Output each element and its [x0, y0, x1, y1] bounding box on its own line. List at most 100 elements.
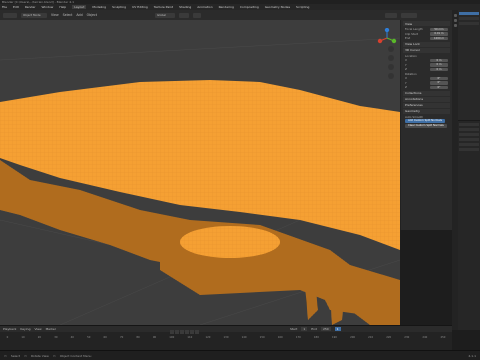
timeline[interactable]: Playback Keying View Marker Start 1 End …: [0, 325, 452, 350]
loc-x-field[interactable]: 0 m: [430, 58, 448, 62]
menu-item-scripting[interactable]: Scripting: [296, 5, 309, 9]
add-menu[interactable]: Add: [76, 13, 82, 17]
3d-cursor-section-header[interactable]: 3D Cursor: [403, 47, 450, 53]
shading-buttons[interactable]: [400, 12, 417, 18]
menu-item-uv-editing[interactable]: UV Editing: [132, 5, 148, 9]
loc-y-field[interactable]: 0 m: [430, 63, 448, 67]
playback-menu[interactable]: Playback: [3, 327, 16, 331]
ruler-tick-label: 170: [295, 336, 301, 339]
snap-toggle[interactable]: [178, 12, 189, 18]
version-label: 4.1.1: [468, 353, 476, 358]
overlays-button[interactable]: [384, 12, 397, 18]
play-reverse-icon[interactable]: [180, 330, 184, 334]
menu-item-help[interactable]: Help: [59, 5, 66, 9]
current-frame-field[interactable]: 1: [334, 327, 341, 331]
ruler-tick-label: 30: [54, 336, 58, 339]
custom-normals-row: Add Custom Split Normals: [403, 119, 450, 124]
ruler-tick-label: 90: [152, 336, 157, 339]
transform-orientation[interactable]: Global: [154, 12, 175, 18]
keying-menu[interactable]: Keying: [20, 327, 30, 331]
menu-item-edit[interactable]: Edit: [13, 5, 19, 9]
properties-row[interactable]: [459, 143, 479, 146]
properties-row[interactable]: [459, 123, 479, 126]
menu-item-render[interactable]: Render: [25, 5, 36, 9]
properties-editor[interactable]: [458, 120, 480, 330]
collections-section-header[interactable]: Collections: [403, 90, 450, 96]
clear-custom-normals-button[interactable]: Clear Custom Split Normals: [405, 123, 447, 128]
status-context: Object Context Menu: [59, 353, 92, 358]
mouse-left-icon: ▭: [4, 353, 7, 358]
ruler-tick-label: 230: [404, 336, 410, 339]
menu-item-window[interactable]: Window: [42, 5, 54, 9]
object-menu[interactable]: Object: [87, 13, 97, 17]
end-frame-field[interactable]: 250: [320, 327, 331, 331]
menu-item-modeling[interactable]: Modeling: [92, 5, 106, 9]
mode-selector[interactable]: Object Mode: [21, 12, 47, 18]
end-label: End: [311, 327, 317, 331]
menu-item-geometry-nodes[interactable]: Geometry Nodes: [265, 5, 290, 9]
navigation-gizmo[interactable]: [376, 27, 398, 49]
timeline-view-menu[interactable]: View: [34, 327, 41, 331]
clip-end-field[interactable]: 1000 m: [430, 36, 448, 40]
loc-z-field[interactable]: 0 m: [430, 67, 448, 71]
jump-start-icon[interactable]: [170, 330, 174, 334]
menu-item-layout[interactable]: Layout: [72, 5, 87, 9]
properties-row[interactable]: [459, 138, 479, 141]
view-lock-section-header[interactable]: View Lock: [403, 41, 450, 47]
viewport-nav-buttons: [388, 46, 394, 79]
clip-end-row: End 1000 m: [403, 36, 450, 41]
preferences-section-header[interactable]: Preferences: [403, 102, 450, 108]
ruler-tick-label: 0: [6, 336, 9, 339]
tab-item-icon[interactable]: [453, 14, 457, 17]
rot-y-field[interactable]: 0°: [430, 81, 448, 85]
menu-item-file[interactable]: File: [2, 5, 7, 9]
pan-hand-icon[interactable]: [388, 55, 394, 61]
3d-viewport[interactable]: [0, 20, 400, 325]
tab-tool-icon[interactable]: [453, 19, 457, 22]
ruler-tick-label: 110: [187, 336, 193, 339]
outliner[interactable]: [458, 10, 480, 120]
editor-type-button[interactable]: [3, 12, 17, 18]
frame-ruler[interactable]: 0 10 20 30 40 50 60 70 80 90 100 110 120 130 140 150 160…: [0, 336, 452, 341]
ruler-tick-label: 240: [422, 336, 428, 339]
camera-icon[interactable]: [388, 64, 394, 70]
annotations-section-header[interactable]: Annotations: [403, 96, 450, 102]
menu-item-texture-paint[interactable]: Texture Paint: [154, 5, 173, 9]
jump-end-icon[interactable]: [195, 330, 199, 334]
play-icon[interactable]: [185, 330, 189, 334]
select-menu[interactable]: Select: [63, 13, 73, 17]
tab-view-icon[interactable]: [453, 24, 457, 27]
start-frame-field[interactable]: 1: [301, 327, 308, 331]
outliner-active-row[interactable]: [459, 12, 479, 15]
properties-row[interactable]: [459, 128, 479, 131]
menu-item-animation[interactable]: Animation: [197, 5, 212, 9]
rot-x-field[interactable]: 0°: [430, 76, 448, 80]
zoom-icon[interactable]: [388, 46, 394, 52]
mouse-right-icon: ▭: [52, 353, 56, 358]
ruler-tick-label: 40: [70, 336, 74, 339]
viewport-header: Object Mode View Select Add Object Globa…: [0, 10, 452, 20]
mouse-middle-icon: ▭: [24, 353, 27, 358]
proportional-toggle[interactable]: [192, 12, 201, 18]
properties-row[interactable]: [459, 133, 479, 136]
menu-item-compositing[interactable]: Compositing: [240, 5, 259, 9]
outliner-row[interactable]: [459, 22, 479, 25]
rot-z-field[interactable]: 0°: [430, 85, 448, 89]
add-custom-normals-button[interactable]: Add Custom Split Normals: [405, 119, 445, 124]
marker-menu[interactable]: Marker: [46, 327, 56, 331]
outliner-row[interactable]: [459, 17, 479, 20]
properties-row[interactable]: [459, 148, 479, 151]
ruler-tick-label: 190: [331, 336, 337, 339]
menu-item-shading[interactable]: Shading: [179, 5, 191, 9]
next-key-icon[interactable]: [190, 330, 194, 334]
view-section-header[interactable]: View: [403, 21, 450, 26]
menu-item-rendering[interactable]: Rendering: [219, 5, 234, 9]
menu-item-sculpting[interactable]: Sculpting: [112, 5, 126, 9]
prev-key-icon[interactable]: [175, 330, 179, 334]
geometry-section-header[interactable]: Geometry: [403, 108, 450, 114]
grid-icon[interactable]: [388, 73, 394, 79]
status-select: Select: [10, 353, 21, 358]
focal-length-field[interactable]: 50 mm: [430, 27, 448, 31]
view-menu[interactable]: View: [51, 13, 59, 17]
clip-start-field[interactable]: 0.01 m: [430, 32, 448, 36]
